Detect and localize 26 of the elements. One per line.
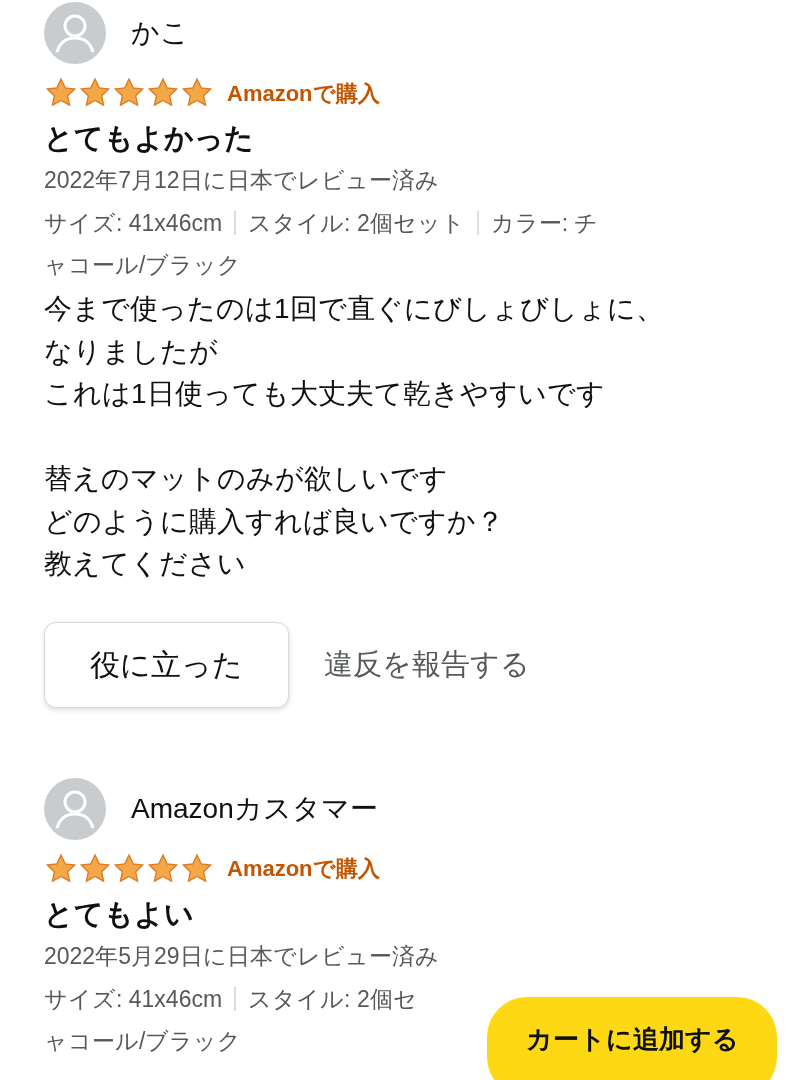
- product-variant: ャコール/ブラック: [44, 1028, 242, 1053]
- product-variant: スタイル: 2個セ: [234, 986, 417, 1011]
- add-to-cart-button[interactable]: カートに追加する: [487, 997, 777, 1080]
- reviewer-name: Amazonカスタマー: [131, 791, 378, 826]
- review-date: 2022年7月12日に日本でレビュー済み: [44, 166, 440, 195]
- report-abuse-link[interactable]: 違反を報告する: [324, 642, 530, 687]
- helpful-button[interactable]: 役に立った: [44, 621, 289, 708]
- review-text: 替えのマットのみが欲しいです: [44, 462, 449, 496]
- review-text: 教えてください: [44, 547, 247, 581]
- verified-purchase-label: Amazonで購入: [227, 855, 380, 883]
- review-text: これは1日使っても大丈夫て乾きやすいです: [44, 377, 606, 411]
- review-date: 2022年5月29日に日本でレビュー済み: [44, 941, 440, 971]
- review-text: なりましたが: [44, 334, 219, 369]
- verified-purchase-label: Amazonで購入: [227, 79, 380, 108]
- reviewer-name: かこ: [131, 16, 189, 50]
- product-variant: ャコール/ブラック: [44, 253, 242, 277]
- product-variant: カラー: チ: [476, 211, 599, 235]
- product-variant: スタイル: 2個セット: [234, 211, 465, 235]
- avatar-icon: [44, 777, 106, 840]
- review-text: どのように購入すれば良いですか？: [44, 504, 505, 539]
- review-text: 今まで使ったのは1回で直ぐにびしょびしょに、: [44, 292, 665, 326]
- product-variant: サイズ: 41x46cm: [44, 986, 223, 1011]
- review-title: とてもよい: [44, 896, 195, 932]
- review-title: とてもよかった: [44, 121, 255, 156]
- product-variant: サイズ: 41x46cm: [44, 211, 223, 235]
- avatar-icon: [44, 2, 106, 64]
